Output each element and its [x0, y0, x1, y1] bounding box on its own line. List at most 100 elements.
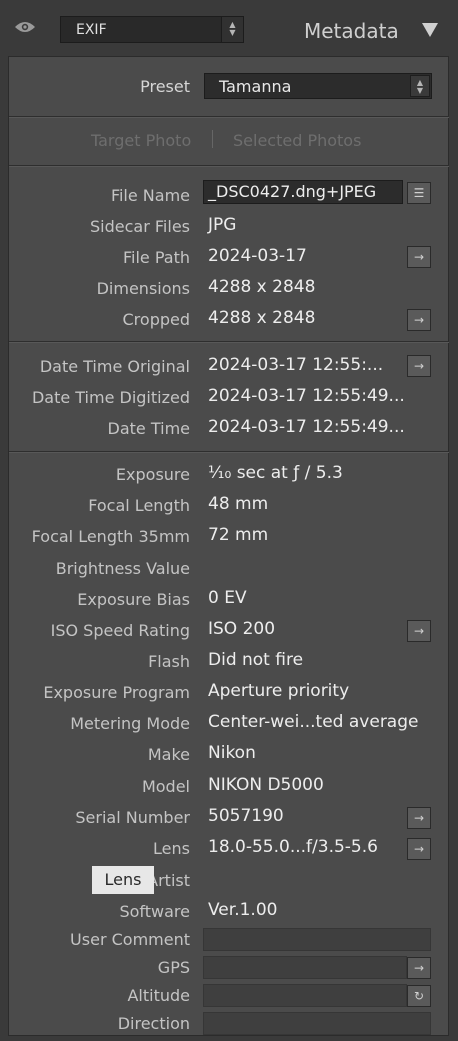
field-date-time: Date Time 2024-03-17 12:55:49... [0, 415, 458, 446]
field-value: Aperture priority [208, 681, 350, 701]
field-user-comment: User Comment [0, 926, 458, 957]
field-label: Date Time [107, 419, 190, 438]
refresh-icon[interactable]: ↻ [407, 985, 431, 1007]
tab-divider [212, 130, 213, 148]
field-label: Make [147, 745, 190, 764]
file-name-input[interactable]: _DSC0427.dng+JPEG [203, 180, 403, 204]
field-dimensions: Dimensions 4288 x 2848 [0, 275, 458, 306]
field-label: File Name [110, 186, 190, 205]
field-value: Nikon [208, 743, 256, 763]
divider [9, 117, 449, 118]
field-value: 2024-03-17 12:55:49... [208, 386, 405, 406]
field-value: 2024-03-17 [208, 246, 307, 266]
field-label: Flash [148, 652, 190, 671]
field-value: Ver.1.00 [208, 900, 278, 920]
field-iso: ISO Speed Rating ISO 200 [0, 617, 458, 648]
field-lens: Lens 18.0-55.0...f/3.5-5.6 [0, 835, 458, 866]
field-focal-length: Focal Length 48 mm [0, 492, 458, 523]
field-value: 2024-03-17 12:55:... [208, 355, 384, 375]
panel-title: Metadata [304, 19, 399, 43]
field-focal-length-35: Focal Length 35mm 72 mm [0, 523, 458, 554]
field-label: Dimensions [96, 279, 190, 298]
field-brightness: Brightness Value [0, 555, 458, 586]
field-value: JPG [208, 215, 237, 235]
metadata-view-select[interactable]: EXIF ▲ ▼ [60, 16, 244, 43]
arrow-right-icon[interactable]: → [407, 620, 431, 642]
stepper-icon: ▲ ▼ [221, 17, 243, 42]
tab-target-photo[interactable]: Target Photo [91, 131, 191, 150]
field-software: Software Ver.1.00 [0, 898, 458, 929]
field-value: 48 mm [208, 494, 269, 514]
field-label: Date Time Digitized [31, 388, 190, 407]
field-label: Exposure Program [43, 683, 190, 702]
field-sidecar: Sidecar Files JPG [0, 213, 458, 244]
field-label: Metering Mode [70, 714, 190, 733]
field-value: NIKON D5000 [208, 775, 324, 795]
field-model: Model NIKON D5000 [0, 773, 458, 804]
field-label: Software [119, 902, 190, 921]
field-artist: Artist [0, 867, 458, 898]
field-value: 18.0-55.0...f/3.5-5.6 [208, 837, 378, 857]
field-label: Serial Number [75, 808, 190, 827]
field-label: Exposure [115, 465, 190, 484]
gps-field[interactable] [203, 956, 407, 979]
field-value: Did not fire [208, 650, 304, 670]
divider [9, 452, 449, 453]
file-name-value: _DSC0427.dng+JPEG [208, 182, 377, 201]
field-serial-number: Serial Number 5057190 [0, 804, 458, 835]
field-label: Exposure Bias [77, 590, 190, 609]
preset-value: Tamanna [219, 77, 292, 96]
field-label: Sidecar Files [90, 217, 190, 236]
field-label: GPS [157, 958, 190, 977]
altitude-field[interactable] [203, 984, 407, 1007]
arrow-right-icon[interactable]: → [407, 309, 431, 331]
field-label: Brightness Value [55, 559, 190, 578]
field-value: 4288 x 2848 [208, 308, 316, 328]
user-comment-field[interactable] [203, 928, 431, 951]
arrow-right-icon[interactable]: → [407, 957, 431, 979]
arrow-right-icon[interactable]: → [407, 355, 431, 377]
tab-selected-photos[interactable]: Selected Photos [233, 131, 361, 150]
field-altitude: Altitude [0, 982, 458, 1013]
list-icon[interactable]: ☰ [407, 182, 431, 204]
field-make: Make Nikon [0, 741, 458, 772]
field-value: 2024-03-17 12:55:49... [208, 417, 405, 437]
lens-tooltip: Lens [92, 866, 154, 894]
divider [9, 166, 449, 167]
field-label: File Path [122, 248, 190, 267]
field-value: ISO 200 [208, 619, 276, 639]
field-date-time-original: Date Time Original 2024-03-17 12:55:... [0, 353, 458, 384]
triangle-down-icon[interactable] [422, 23, 438, 37]
field-value: 5057190 [208, 806, 284, 826]
preset-select[interactable]: Tamanna ▲ ▼ [204, 73, 432, 99]
field-label: Focal Length 35mm [31, 527, 190, 546]
arrow-right-icon[interactable]: → [407, 838, 431, 860]
field-label: User Comment [70, 930, 190, 949]
field-value: 0 EV [208, 588, 247, 608]
field-direction: Direction [0, 1010, 458, 1041]
eye-icon[interactable] [14, 20, 36, 34]
field-cropped: Cropped 4288 x 2848 [0, 306, 458, 337]
field-label: Cropped [122, 310, 191, 329]
metadata-view-value: EXIF [76, 22, 107, 38]
field-date-time-digitized: Date Time Digitized 2024-03-17 12:55:49.… [0, 384, 458, 415]
field-exposure-program: Exposure Program Aperture priority [0, 679, 458, 710]
field-file-path: File Path 2024-03-17 [0, 244, 458, 275]
field-label: Model [141, 777, 190, 796]
stepper-icon: ▲ ▼ [410, 75, 430, 97]
field-flash: Flash Did not fire [0, 648, 458, 679]
field-label: Date Time Original [39, 357, 190, 376]
field-label: ISO Speed Rating [50, 621, 190, 640]
field-exposure-bias: Exposure Bias 0 EV [0, 586, 458, 617]
field-value: Center-wei...ted average [208, 712, 419, 732]
arrow-right-icon[interactable]: → [407, 807, 431, 829]
preset-label: Preset [140, 77, 190, 96]
field-value: ⅒ sec at ƒ / 5.3 [208, 463, 343, 483]
field-value: 72 mm [208, 525, 269, 545]
field-metering-mode: Metering Mode Center-wei...ted average [0, 710, 458, 741]
field-label: Lens [153, 839, 190, 858]
field-exposure: Exposure ⅒ sec at ƒ / 5.3 [0, 461, 458, 492]
arrow-right-icon[interactable]: → [407, 246, 431, 268]
field-label: Altitude [127, 986, 190, 1005]
field-value: 4288 x 2848 [208, 277, 316, 297]
